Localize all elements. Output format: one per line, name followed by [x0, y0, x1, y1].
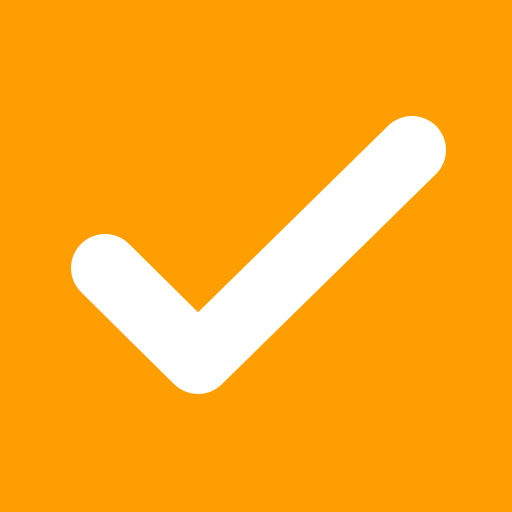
checkmark-icon: [71, 116, 446, 394]
checkmark-stroke: [71, 116, 446, 394]
app-icon-tile: [0, 0, 512, 512]
